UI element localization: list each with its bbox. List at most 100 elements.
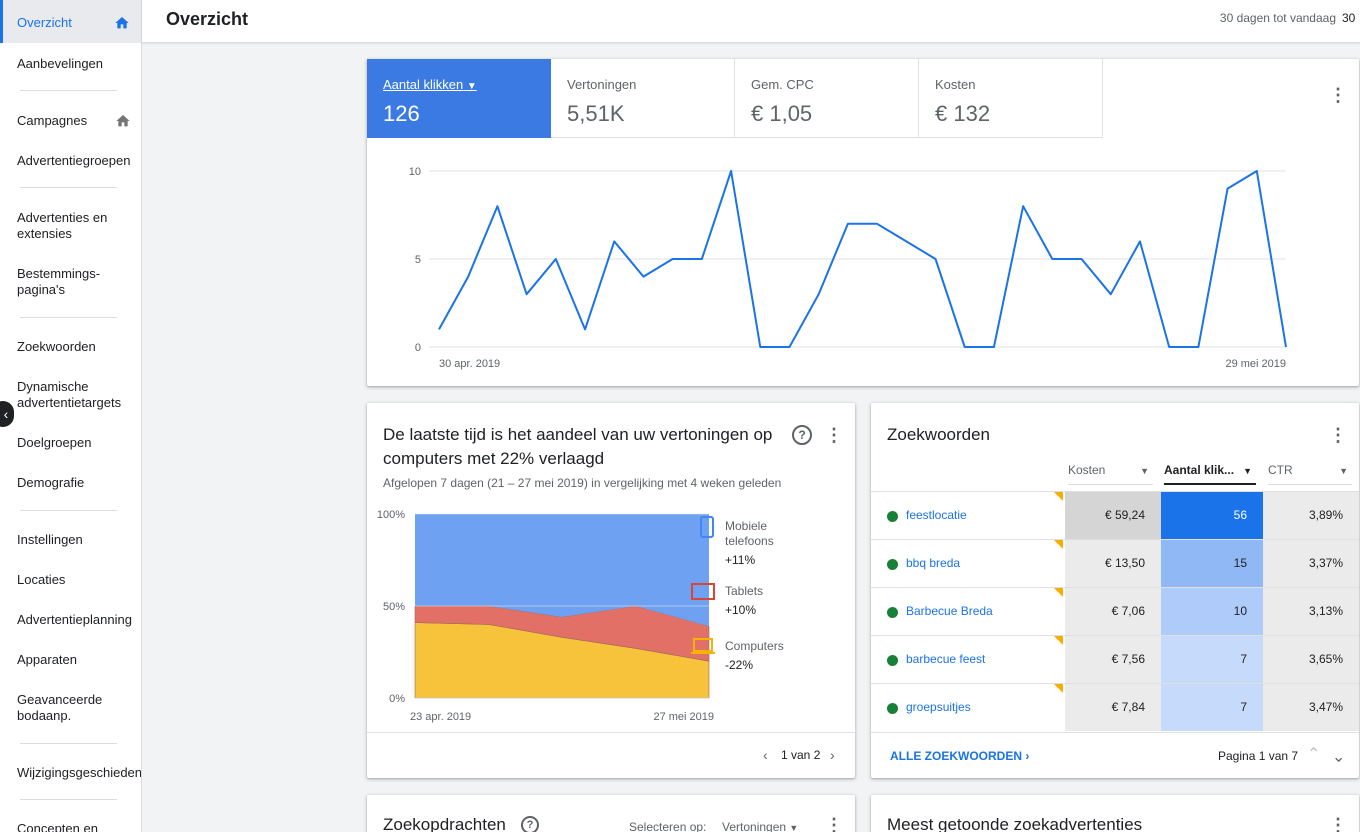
more-options-icon[interactable]: ⋮ [824, 815, 844, 832]
flag-marker [1054, 540, 1063, 549]
keyword-link[interactable]: bbq breda [906, 556, 960, 570]
chevron-left-icon[interactable]: ‹ [763, 747, 768, 763]
select-dropdown[interactable]: Vertoningen ▼ [722, 820, 798, 832]
y-tick-label: 50% [383, 601, 405, 613]
cell-klikken: 56 [1161, 492, 1263, 539]
sort-arrow-icon: ▼ [1243, 466, 1252, 476]
table-row[interactable]: Barbecue Breda € 7,06 10 3,13% [871, 587, 1359, 635]
y-tick-label: 0% [389, 693, 405, 705]
cell-ctr: 3,47% [1263, 684, 1359, 731]
laptop-icon [691, 638, 715, 654]
sidebar-item-aanbevelingen[interactable]: Aanbevelingen [0, 56, 141, 72]
x-tick-label: 29 mei 2019 [1225, 358, 1286, 370]
column-header-ctr[interactable]: CTR ▼ [1268, 463, 1352, 485]
x-tick-label: 23 apr. 2019 [410, 711, 471, 723]
keyword-link[interactable]: groepsuitjes [906, 700, 971, 714]
divider [20, 187, 117, 188]
search-terms-card: Zoekopdrachten ? Selecteren op: Vertonin… [367, 795, 855, 832]
keyword-link[interactable]: Barbecue Breda [906, 604, 993, 618]
card-title: Meest getoonde zoekadvertenties [887, 815, 1143, 832]
sidebar-item-label: Campagnes [17, 113, 88, 128]
more-options-icon[interactable]: ⋮ [1328, 815, 1348, 832]
divider [20, 743, 117, 744]
column-header-klikken[interactable]: Aantal klik... ▼ [1164, 463, 1256, 485]
cell-ctr: 3,13% [1263, 588, 1359, 635]
pager-label: Pagina 1 van 7 [1218, 749, 1299, 763]
all-keywords-link[interactable]: ALLE ZOEKWOORDEN › [890, 749, 1029, 763]
keyword-link[interactable]: feestlocatie [906, 508, 967, 522]
metric-tile-cost[interactable]: Kosten € 132 [919, 59, 1103, 138]
sidebar-item-concepten[interactable]: Concepten en [0, 821, 141, 832]
date-range-value[interactable]: 30 [1342, 11, 1360, 25]
home-icon [116, 115, 130, 127]
sidebar-item-campagnes[interactable]: Campagnes [0, 113, 141, 129]
status-dot [887, 655, 898, 666]
date-range-label[interactable]: 30 dagen tot vandaag [1220, 11, 1336, 25]
device-share-card: De laatste tijd is het aandeel van uw ve… [367, 403, 855, 778]
metric-tile-clicks[interactable]: Aantal klikken ▼ 126 [367, 59, 551, 138]
sidebar-item-apparaten[interactable]: Apparaten [0, 652, 141, 668]
legend-label: Tablets [725, 584, 764, 598]
y-tick-label: 0 [415, 342, 421, 354]
help-icon[interactable]: ? [792, 425, 812, 445]
divider [20, 799, 117, 800]
sidebar-item-overzicht[interactable]: Overzicht [0, 0, 141, 43]
keyword-link[interactable]: barbecue feest [906, 652, 985, 666]
cell-klikken: 10 [1161, 588, 1263, 635]
status-dot [887, 559, 898, 570]
divider [20, 90, 117, 91]
cell-kosten: € 13,50 [1065, 540, 1161, 587]
sidebar-item-zoekwoorden[interactable]: Zoekwoorden [0, 339, 141, 355]
help-icon[interactable]: ? [521, 816, 539, 832]
legend-item-mobile: Mobiele telefoons +11% [700, 516, 795, 568]
sidebar-item-locaties[interactable]: Locaties [0, 572, 141, 588]
sidebar-item-instellingen[interactable]: Instellingen [0, 532, 141, 548]
cell-kosten: € 59,24 [1065, 492, 1161, 539]
flag-marker [1054, 684, 1063, 693]
sort-arrow-icon: ▼ [1140, 466, 1149, 476]
sidebar-item-bestemmingspaginas[interactable]: Bestemmings-pagina's [0, 266, 110, 298]
sidebar-item-advertentieplanning[interactable]: Advertentieplanning [0, 612, 141, 628]
status-dot [887, 511, 898, 522]
sidebar-item-wijzigingsgeschiedenis[interactable]: Wijzigingsgeschiedenis [0, 765, 141, 781]
chevron-right-icon[interactable]: › [830, 747, 835, 763]
table-row[interactable]: groepsuitjes € 7,84 7 3,47% [871, 683, 1359, 731]
column-header-kosten[interactable]: Kosten ▼ [1068, 463, 1153, 485]
cell-kosten: € 7,06 [1065, 588, 1161, 635]
flag-marker [1054, 588, 1063, 597]
keywords-card: Zoekwoorden ⋮ Kosten ▼ Aantal klik... ▼ CT… [871, 403, 1359, 778]
sidebar-item-advertenties[interactable]: Advertenties en extensies [0, 210, 120, 242]
metric-value: € 1,05 [751, 101, 813, 126]
metric-value: 126 [383, 101, 420, 126]
table-row[interactable]: feestlocatie € 59,24 56 3,89% [871, 491, 1359, 539]
more-options-icon[interactable]: ⋮ [1328, 425, 1348, 445]
card-title: Zoekwoorden [887, 425, 991, 444]
cell-klikken: 15 [1161, 540, 1263, 587]
more-options-icon[interactable]: ⋮ [824, 425, 844, 445]
overview-card: Aantal klikken ▼ 126 Vertoningen 5,51K G… [367, 59, 1359, 386]
top-ads-card: Meest getoonde zoekadvertenties ⋮ [871, 795, 1359, 832]
legend-change: -22% [725, 658, 754, 672]
y-tick-label: 5 [415, 254, 421, 266]
chevron-down-icon[interactable]: ⌃ [1332, 745, 1345, 765]
metric-tile-cpc[interactable]: Gem. CPC € 1,05 [735, 59, 919, 138]
more-options-icon[interactable]: ⋮ [1328, 85, 1348, 105]
legend-change: +10% [725, 603, 757, 617]
sidebar-item-dynamische-targets[interactable]: Dynamische advertentietargets [0, 379, 130, 411]
table-row[interactable]: bbq breda € 13,50 15 3,37% [871, 539, 1359, 587]
status-dot [887, 703, 898, 714]
x-tick-label: 27 mei 2019 [653, 711, 714, 723]
status-dot [887, 607, 898, 618]
sidebar-item-demografie[interactable]: Demografie [0, 475, 141, 491]
sidebar-item-advertentiegroepen[interactable]: Advertentiegroepen [0, 153, 141, 169]
clicks-line-chart: 0 5 10 30 apr. 2019 29 mei 2019 [409, 166, 1287, 370]
metric-tile-impressions[interactable]: Vertoningen 5,51K [551, 59, 735, 138]
metric-label: Vertoningen [567, 77, 637, 92]
sidebar-item-geavanceerde-bodaanp[interactable]: Geavanceerde bodaanp. [0, 692, 110, 724]
legend-item-tablets: Tablets +10% [691, 583, 764, 618]
sidebar-item-doelgroepen[interactable]: Doelgroepen [0, 435, 141, 451]
chevron-right-icon: › [1025, 749, 1030, 763]
flag-marker [1054, 636, 1063, 645]
chevron-up-icon[interactable]: ⌃ [1307, 744, 1320, 764]
table-row[interactable]: barbecue feest € 7,56 7 3,65% [871, 635, 1359, 683]
